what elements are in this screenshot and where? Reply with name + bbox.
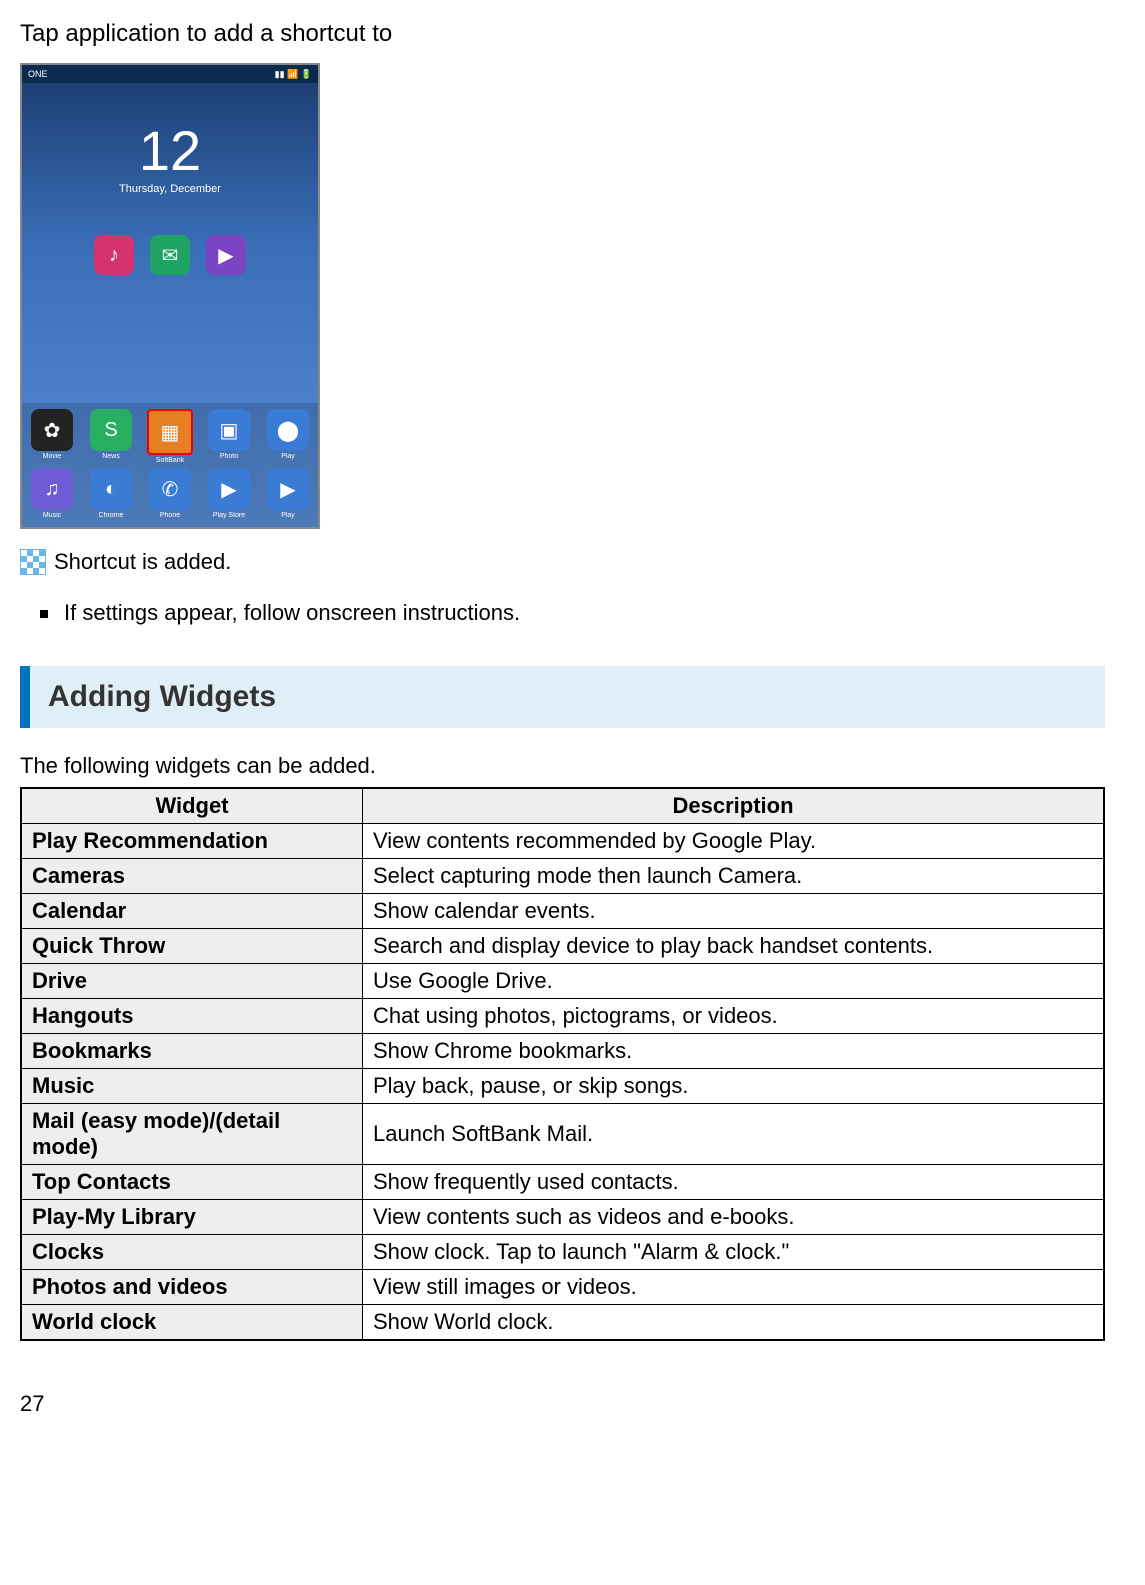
phone-mid-icon: ▶ (206, 235, 246, 275)
phone-app: ♫ Music (26, 468, 78, 519)
instruction-text: Tap application to add a shortcut to (20, 20, 1105, 48)
table-cell-description: Show Chrome bookmarks. (363, 1034, 1105, 1069)
page-number: 27 (20, 1391, 1105, 1417)
table-cell-description: Show calendar events. (363, 894, 1105, 929)
table-cell-widget: World clock (21, 1305, 363, 1341)
table-cell-description: Show World clock. (363, 1305, 1105, 1341)
table-row: BookmarksShow Chrome bookmarks. (21, 1034, 1104, 1069)
phone-app: ✿ Movie (26, 409, 78, 464)
phone-app-label: Chrome (99, 512, 124, 519)
phone-app-icon: ▶ (208, 468, 250, 510)
phone-app-label: Play Store (213, 512, 245, 519)
table-row: CamerasSelect capturing mode then launch… (21, 859, 1104, 894)
statusbar-right: ▮▮ 📶 🔋 (275, 69, 312, 80)
table-cell-widget: Calendar (21, 894, 363, 929)
table-cell-widget: Bookmarks (21, 1034, 363, 1069)
table-cell-widget: Mail (easy mode)/(detail mode) (21, 1104, 363, 1165)
phone-app-label: Photo (220, 453, 238, 460)
phone-app-icon: ⬤ (267, 409, 309, 451)
table-row: Top ContactsShow frequently used contact… (21, 1165, 1104, 1200)
table-cell-description: Show frequently used contacts. (363, 1165, 1105, 1200)
widget-table: Widget Description Play RecommendationVi… (20, 787, 1105, 1341)
table-cell-widget: Music (21, 1069, 363, 1104)
phone-app-label: Music (43, 512, 61, 519)
phone-app-label: News (102, 453, 120, 460)
table-header-widget: Widget (21, 788, 363, 824)
phone-app-icon: ✿ (31, 409, 73, 451)
phone-app-icon: ✆ (149, 468, 191, 510)
table-cell-description: Play back, pause, or skip songs. (363, 1069, 1105, 1104)
phone-dock-row-1: ✿ Movie S News ▦ SoftBank ▣ Photo ⬤ Play (26, 409, 314, 464)
table-cell-description: View contents recommended by Google Play… (363, 824, 1105, 859)
table-row: Quick ThrowSearch and display device to … (21, 929, 1104, 964)
phone-app-icon: S (90, 409, 132, 451)
phone-app-icon: ▣ (208, 409, 250, 451)
phone-clock-date: Thursday, December (22, 183, 318, 195)
table-cell-widget: Cameras (21, 859, 363, 894)
phone-app: ✆ Phone (144, 468, 196, 519)
table-row: Play-My LibraryView contents such as vid… (21, 1200, 1104, 1235)
phone-clock-time: 12 (22, 123, 318, 179)
table-cell-widget: Photos and videos (21, 1270, 363, 1305)
bullet-item: If settings appear, follow onscreen inst… (40, 600, 1105, 626)
table-cell-description: View still images or videos. (363, 1270, 1105, 1305)
phone-dock-row-2: ♫ Music ◐ Chrome ✆ Phone ▶ Play Store ▶ Play (26, 468, 314, 519)
phone-dock: ✿ Movie S News ▦ SoftBank ▣ Photo ⬤ Play ♫ Music ◐ C… (22, 403, 318, 527)
table-cell-widget: Hangouts (21, 999, 363, 1034)
phone-app: ▦ SoftBank (144, 409, 196, 464)
table-header-row: Widget Description (21, 788, 1104, 824)
result-text: Shortcut is added. (54, 549, 231, 575)
section-heading: Adding Widgets (20, 666, 1105, 728)
table-row: CalendarShow calendar events. (21, 894, 1104, 929)
phone-app: ▶ Play Store (203, 468, 255, 519)
table-row: Mail (easy mode)/(detail mode)Launch Sof… (21, 1104, 1104, 1165)
phone-app: ◐ Chrome (85, 468, 137, 519)
phone-app: ⬤ Play (262, 409, 314, 464)
table-cell-widget: Quick Throw (21, 929, 363, 964)
table-row: HangoutsChat using photos, pictograms, o… (21, 999, 1104, 1034)
phone-mid-icon: ♪ (94, 235, 134, 275)
section-intro: The following widgets can be added. (20, 753, 1105, 779)
phone-app-label: Play (281, 512, 295, 519)
table-cell-widget: Clocks (21, 1235, 363, 1270)
table-row: Play RecommendationView contents recomme… (21, 824, 1104, 859)
table-cell-widget: Top Contacts (21, 1165, 363, 1200)
phone-screenshot: ONE ▮▮ 📶 🔋 12 Thursday, December ♪ ✉ ▶ ✿ Mo… (20, 63, 320, 529)
phone-statusbar: ONE ▮▮ 📶 🔋 (22, 65, 318, 83)
table-cell-description: Select capturing mode then launch Camera… (363, 859, 1105, 894)
phone-app: ▣ Photo (203, 409, 255, 464)
phone-app-icon: ♫ (31, 468, 73, 510)
phone-app: S News (85, 409, 137, 464)
bullet-list: If settings appear, follow onscreen inst… (40, 600, 1105, 626)
table-cell-description: Use Google Drive. (363, 964, 1105, 999)
phone-app-label: Phone (160, 512, 180, 519)
phone-app-label: Movie (43, 453, 62, 460)
phone-app-label: Play (281, 453, 295, 460)
phone-clock-widget: 12 Thursday, December (22, 123, 318, 195)
table-row: DriveUse Google Drive. (21, 964, 1104, 999)
table-row: MusicPlay back, pause, or skip songs. (21, 1069, 1104, 1104)
phone-mid-icons: ♪ ✉ ▶ (22, 235, 318, 275)
table-cell-widget: Play Recommendation (21, 824, 363, 859)
phone-mid-icon: ✉ (150, 235, 190, 275)
phone-app-icon: ▦ (147, 409, 193, 455)
table-cell-description: Launch SoftBank Mail. (363, 1104, 1105, 1165)
table-cell-description: Show clock. Tap to launch "Alarm & clock… (363, 1235, 1105, 1270)
result-icon (20, 549, 46, 575)
phone-app: ▶ Play (262, 468, 314, 519)
table-cell-description: Search and display device to play back h… (363, 929, 1105, 964)
table-cell-widget: Play-My Library (21, 1200, 363, 1235)
statusbar-left: ONE (28, 69, 48, 79)
table-row: ClocksShow clock. Tap to launch "Alarm &… (21, 1235, 1104, 1270)
result-line: Shortcut is added. (20, 549, 1105, 575)
table-cell-widget: Drive (21, 964, 363, 999)
table-row: Photos and videosView still images or vi… (21, 1270, 1104, 1305)
phone-app-label: SoftBank (156, 457, 184, 464)
table-row: World clockShow World clock. (21, 1305, 1104, 1341)
table-header-description: Description (363, 788, 1105, 824)
table-cell-description: Chat using photos, pictograms, or videos… (363, 999, 1105, 1034)
phone-app-icon: ◐ (90, 468, 132, 510)
phone-app-icon: ▶ (267, 468, 309, 510)
table-cell-description: View contents such as videos and e-books… (363, 1200, 1105, 1235)
